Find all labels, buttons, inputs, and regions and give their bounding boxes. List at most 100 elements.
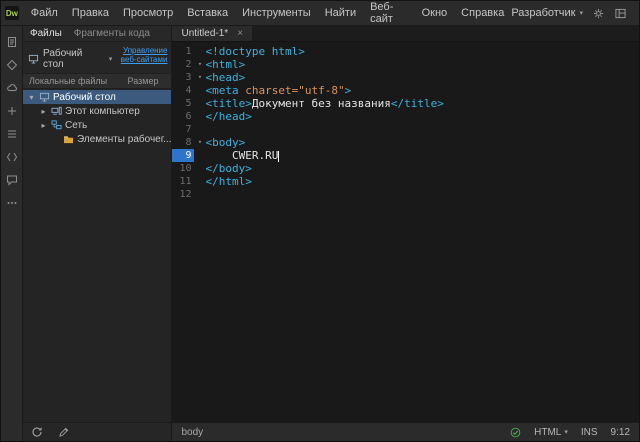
code-text: </head>	[205, 110, 251, 123]
files-icon[interactable]	[6, 35, 18, 47]
tree-item-label: Сеть	[65, 120, 87, 131]
desktop-icon	[39, 92, 50, 102]
tree-item-desktop[interactable]: ▾Рабочий стол	[23, 90, 171, 104]
code-line: 9 CWER.RU	[172, 149, 639, 162]
line-number: 9	[172, 149, 194, 162]
tree-item-desktop-elements[interactable]: Элементы рабочег...	[23, 132, 171, 146]
assets-icon[interactable]	[6, 58, 18, 70]
line-number: 3	[172, 71, 194, 84]
dreamweaver-window: Dw ФайлПравкаПросмотрВставкаИнструментыН…	[0, 0, 640, 442]
computer-icon	[51, 106, 62, 116]
behaviors-icon[interactable]	[6, 173, 18, 185]
editor-area: Untitled-1*× 1<!doctype html>2▾<html>3▾<…	[172, 26, 639, 441]
tree-item-label: Элементы рабочег...	[77, 134, 171, 145]
workspace-label: Разработчик	[511, 7, 575, 19]
code-text: <html>	[205, 58, 245, 71]
fold-arrow-icon[interactable]: ▾	[194, 136, 205, 149]
site-selector[interactable]: Рабочий стол ▾	[28, 46, 112, 70]
cursor-position: 9:12	[611, 427, 630, 438]
code-line: 5<title>Документ без названия</title>	[172, 97, 639, 110]
lint-ok-icon	[510, 427, 521, 438]
line-number: 8	[172, 136, 194, 149]
refresh-icon[interactable]	[31, 426, 43, 438]
panel-tab-files[interactable]: Файлы	[30, 28, 62, 39]
document-tab[interactable]: Untitled-1* ×	[172, 26, 252, 41]
fold-arrow-icon[interactable]: ▾	[194, 58, 205, 71]
column-size: Размер	[128, 76, 159, 86]
code-editor[interactable]: 1<!doctype html>2▾<html>3▾<head>4<meta c…	[172, 42, 639, 422]
tree-item-network[interactable]: ▸ Сеть	[23, 118, 171, 132]
fold-arrow-icon[interactable]: ▾	[194, 71, 205, 84]
menu-window[interactable]: Окно	[415, 7, 455, 19]
site-selector-value: Рабочий стол	[43, 48, 105, 70]
code-line: 11</html>	[172, 175, 639, 188]
code-text: CWER.RU	[205, 149, 279, 162]
code-text: <body>	[205, 136, 245, 149]
fold-gutter	[194, 84, 205, 97]
panel-tab-snippets[interactable]: Фрагменты кода	[74, 28, 150, 39]
menu-edit[interactable]: Правка	[65, 7, 116, 19]
more-icon[interactable]	[6, 196, 18, 208]
left-toolbar	[1, 26, 23, 441]
menu-site[interactable]: Веб-сайт	[363, 1, 415, 25]
column-local-files: Локальные файлы	[29, 76, 107, 86]
code-line: 8▾<body>	[172, 136, 639, 149]
expander-icon[interactable]: ▸	[39, 107, 48, 116]
fold-gutter	[194, 149, 205, 162]
menu-file[interactable]: Файл	[24, 7, 65, 19]
doc-type-selector[interactable]: HTML ▾	[534, 427, 568, 438]
code-line: 1 <!doctype html>	[172, 45, 639, 58]
line-number: 1	[172, 45, 194, 58]
insert-icon[interactable]	[6, 104, 18, 116]
panel-tabs: Файлы Фрагменты кода	[23, 26, 171, 42]
gear-icon[interactable]	[593, 7, 605, 19]
menu-insert[interactable]: Вставка	[180, 7, 235, 19]
document-tab-label: Untitled-1*	[181, 28, 228, 39]
line-number: 2	[172, 58, 194, 71]
file-list-header: Локальные файлы Размер	[23, 73, 171, 89]
workspace-layout-icon[interactable]	[615, 7, 627, 19]
fold-gutter	[194, 123, 205, 136]
cc-libraries-icon[interactable]	[6, 81, 18, 93]
tree-item-label: Этот компьютер	[65, 106, 140, 117]
code-line: 4<meta charset="utf-8">	[172, 84, 639, 97]
tree-item-this-computer[interactable]: ▸ Этот компьютер	[23, 104, 171, 118]
line-number: 12	[172, 188, 194, 201]
menubar: Dw ФайлПравкаПросмотрВставкаИнструментыН…	[1, 1, 639, 26]
chevron-down-icon: ▾	[579, 9, 583, 17]
code-line: 7	[172, 123, 639, 136]
document-tabbar: Untitled-1* ×	[172, 26, 639, 42]
fold-gutter	[194, 188, 205, 201]
expander-icon[interactable]: ▸	[39, 121, 48, 130]
expander-icon[interactable]: ▾	[27, 93, 36, 102]
menu-tools[interactable]: Инструменты	[235, 7, 318, 19]
line-number: 7	[172, 123, 194, 136]
line-number: 5	[172, 97, 194, 110]
workspace-switcher[interactable]: Разработчик ▾	[511, 7, 583, 19]
file-tree: ▾Рабочий стол ▸ Этот компьютер ▸ Сеть Элемент…	[23, 89, 171, 422]
fold-gutter	[194, 97, 205, 110]
code-text: <meta charset="utf-8">	[205, 84, 351, 97]
editor-statusbar: body HTML ▾ INS 9:12	[172, 422, 639, 441]
menu-find[interactable]: Найти	[318, 7, 363, 19]
desktop-icon	[28, 54, 39, 64]
close-icon[interactable]: ×	[237, 29, 243, 39]
manage-sites-link[interactable]: Управление веб-сайтами	[112, 46, 167, 64]
snippets-icon[interactable]	[6, 150, 18, 162]
line-number: 6	[172, 110, 194, 123]
menu-view[interactable]: Просмотр	[116, 7, 180, 19]
statusbar-right: HTML ▾ INS 9:12	[510, 427, 630, 438]
code-line: 12	[172, 188, 639, 201]
tag-selector[interactable]: body	[181, 427, 203, 438]
code-line: 2▾<html>	[172, 58, 639, 71]
app-logo-icon: Dw	[5, 6, 19, 20]
files-panel: Файлы Фрагменты кода Рабочий стол ▾ Управ…	[23, 26, 172, 441]
dom-icon[interactable]	[6, 127, 18, 139]
main-area: Файлы Фрагменты кода Рабочий стол ▾ Управ…	[1, 26, 639, 441]
code-text: <!doctype html>	[205, 45, 304, 58]
log-icon[interactable]	[58, 426, 70, 438]
menu-list: ФайлПравкаПросмотрВставкаИнструментыНайт…	[24, 1, 512, 25]
folder-icon	[63, 135, 74, 144]
menu-help[interactable]: Справка	[454, 7, 511, 19]
site-row: Рабочий стол ▾ Управление веб-сайтами	[23, 42, 171, 73]
